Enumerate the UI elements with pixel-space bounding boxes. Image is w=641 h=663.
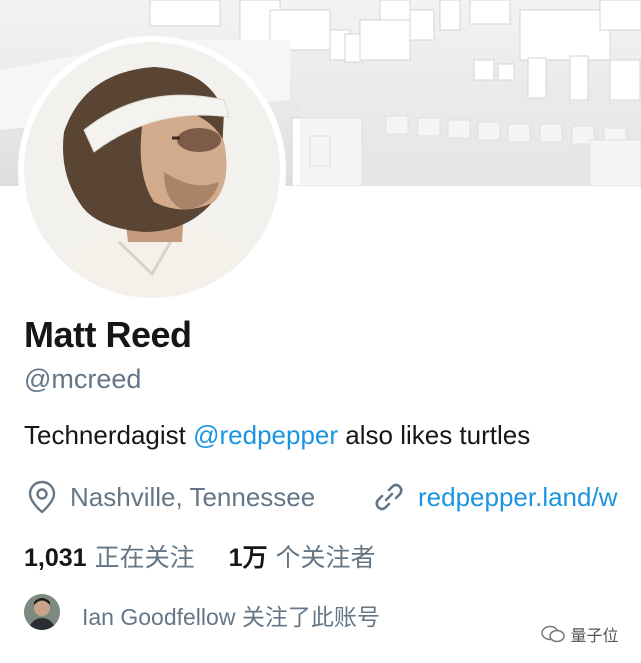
followers-stat[interactable]: 1万 个关注者: [229, 544, 376, 572]
followed-by-text: Ian Goodfellow 关注了此账号: [82, 604, 380, 630]
link-icon: [375, 483, 403, 511]
watermark: 量子位: [540, 622, 618, 646]
profile-handle: @mcreed: [24, 364, 142, 394]
profile-name: Matt Reed: [24, 314, 192, 355]
followers-count: 1万: [228, 544, 268, 572]
followed-by-row[interactable]: Ian Goodfellow 关注了此账号: [24, 590, 444, 630]
following-stat[interactable]: 1,031 正在关注: [24, 544, 195, 572]
follower-avatar-photo: [24, 594, 60, 630]
profile-meta: Nashville, Tennessee redpepper.land/w: [24, 478, 641, 518]
watermark-text: 量子位: [570, 628, 619, 645]
location-pin-icon: [28, 480, 56, 514]
followers-label: 个关注者: [275, 544, 376, 572]
profile-bio: Technerdagist @redpepper also likes turt…: [24, 420, 530, 451]
wechat-logo-icon: [541, 625, 565, 643]
following-count: 1,031: [24, 544, 87, 572]
profile-stats: 1,031 正在关注 1万 个关注者: [24, 538, 376, 574]
avatar[interactable]: [24, 42, 280, 298]
bio-text-prefix: Technerdagist: [24, 420, 194, 450]
following-label: 正在关注: [94, 544, 195, 572]
follower-avatar[interactable]: [24, 594, 60, 630]
location-text: Nashville, Tennessee: [70, 482, 316, 512]
website-link[interactable]: redpepper.land/w: [418, 482, 617, 513]
avatar-photo: [24, 42, 280, 298]
bio-text-suffix: also likes turtles: [338, 420, 531, 450]
bio-mention-link[interactable]: @redpepper: [193, 420, 338, 450]
